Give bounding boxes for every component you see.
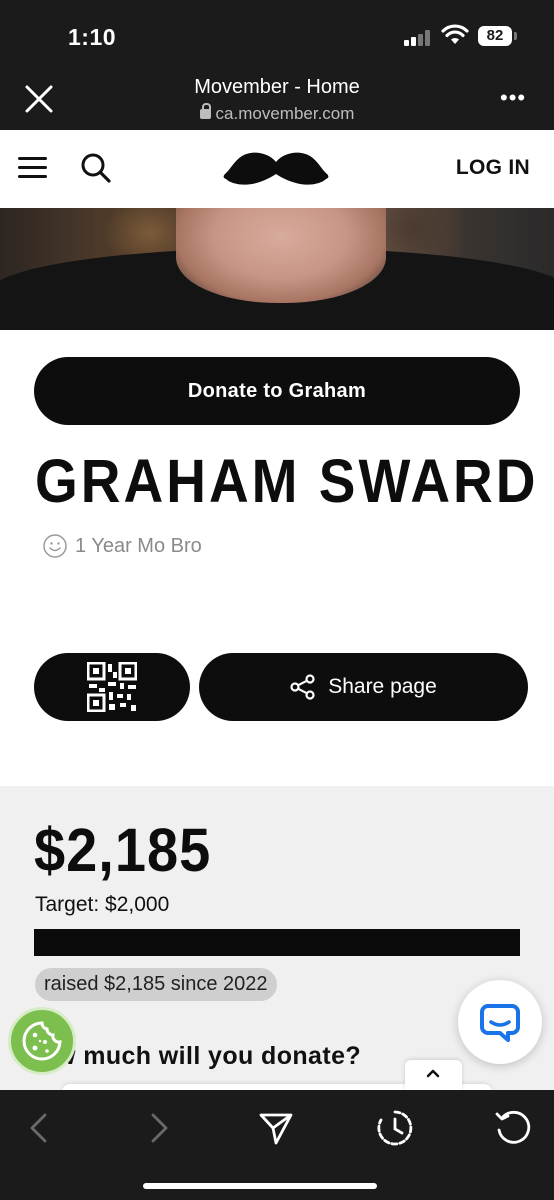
progress-bar [34,929,520,956]
site-header: LOG IN [0,130,554,208]
donate-button[interactable]: Donate to Graham [34,357,520,425]
profile-name: GRAHAM SWARD [35,446,539,516]
profile-photo [0,208,554,330]
progress-fill [34,929,520,956]
history-icon[interactable] [375,1108,415,1148]
browser-page-title: Movember - Home [194,76,360,98]
lock-icon [199,103,211,119]
target-amount: Target: $2,000 [35,893,170,916]
donation-question: w much will you donate? [56,1042,362,1070]
cookie-settings-button[interactable] [8,1007,76,1075]
cellular-signal-icon [404,30,434,46]
status-time: 1:10 [68,24,117,50]
url-text: ca.movember.com [215,104,355,123]
search-icon[interactable] [80,152,112,184]
scroll-top-button[interactable] [405,1060,462,1090]
reload-icon[interactable] [494,1108,534,1148]
forward-icon[interactable] [138,1108,178,1148]
battery-indicator: 82 [478,26,517,46]
chevron-up-icon [426,1069,440,1078]
amount-raised: $2,185 [34,815,212,885]
send-icon[interactable] [256,1108,296,1148]
cookie-icon [22,1021,62,1061]
qr-code-icon [87,662,137,712]
profile-section: Donate to Graham GRAHAM SWARD 1 Year Mo … [0,330,554,786]
mustache-logo[interactable] [222,150,330,190]
status-bar: 1:10 82 [0,0,554,62]
home-indicator [143,1183,377,1189]
browser-header: Movember - Home ca.movember.com ••• [0,62,554,130]
mo-bro-badge: 1 Year Mo Bro [43,534,202,558]
share-label: Share page [328,675,437,698]
more-icon[interactable]: ••• [500,87,526,109]
share-page-button[interactable]: Share page [199,653,528,721]
chat-button[interactable] [458,980,542,1064]
browser-url: ca.movember.com [0,103,554,124]
smiley-icon [43,534,67,558]
chat-icon [480,1004,520,1042]
qr-code-button[interactable] [34,653,190,721]
share-icon [290,674,315,700]
menu-icon[interactable] [18,157,48,179]
back-icon[interactable] [20,1108,60,1148]
badge-label: 1 Year Mo Bro [75,534,202,557]
login-link[interactable]: LOG IN [456,156,530,180]
wifi-icon [441,24,469,44]
raised-since-badge: raised $2,185 since 2022 [35,968,277,1001]
